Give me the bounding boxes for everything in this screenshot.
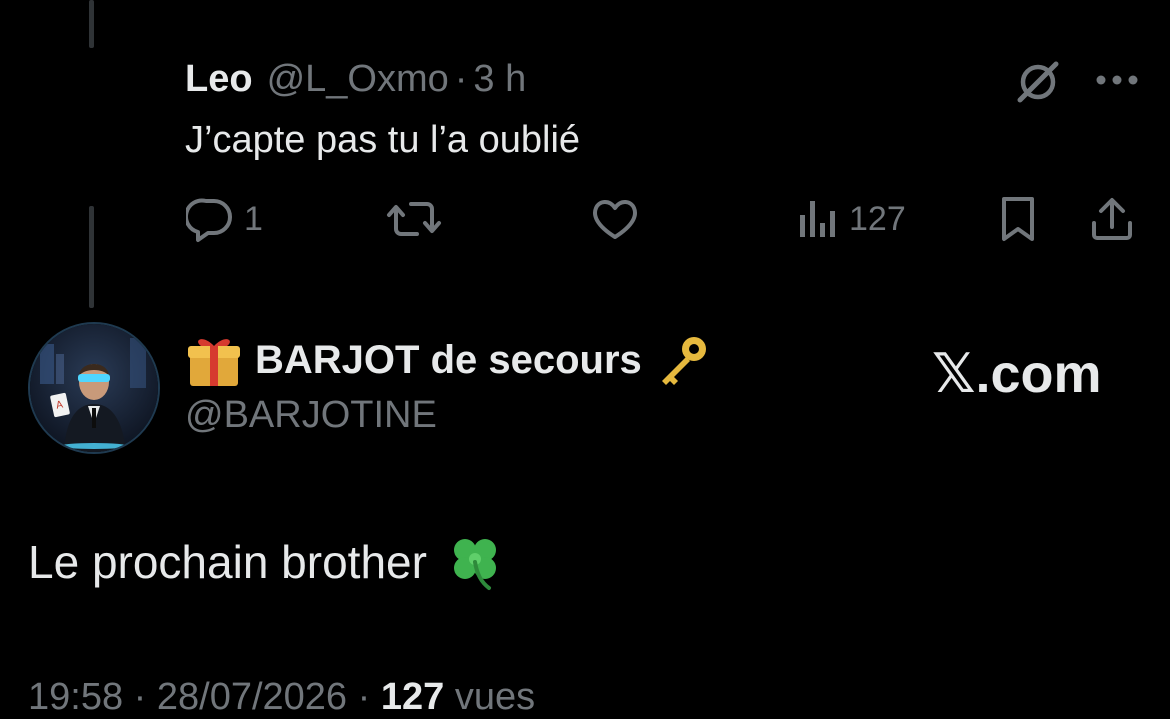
- x-com-watermark: 𝕏.com: [932, 344, 1102, 404]
- heart-icon: [593, 200, 637, 239]
- reply-tweet[interactable]: Leo @L_Oxmo · 3 h J’capte pas tu l’a oub…: [0, 0, 1170, 300]
- author-row: BARJOT de secours: [185, 332, 712, 388]
- author-name[interactable]: BARJOT de secours: [255, 338, 642, 383]
- reply-header: Leo @L_Oxmo · 3 h: [185, 58, 526, 106]
- tweet-text: Le prochain brother: [28, 532, 505, 592]
- avatar[interactable]: A: [28, 322, 160, 454]
- avatar-image: A: [30, 324, 158, 452]
- gift-emoji-icon: [188, 339, 240, 386]
- reply-timestamp[interactable]: 3 h: [473, 58, 526, 101]
- more-options-icon[interactable]: [1094, 66, 1140, 94]
- retweet-action-button[interactable]: [386, 194, 452, 244]
- reply-author-handle[interactable]: @L_Oxmo: [267, 58, 449, 101]
- four-leaf-clover-emoji-icon: [453, 539, 496, 590]
- share-icon: [1092, 198, 1132, 240]
- views-action-button[interactable]: 127: [797, 194, 906, 244]
- bookmark-icon: [1002, 197, 1034, 241]
- reply-separator: ·: [454, 58, 468, 100]
- views-count: 127: [849, 199, 906, 238]
- tweet-text-content: Le prochain brother: [28, 536, 427, 588]
- reply-text: J’capte pas tu l’a oublié: [185, 119, 581, 161]
- grok-icon[interactable]: [1014, 58, 1062, 106]
- comment-icon: [186, 198, 232, 242]
- reply-count: 1: [244, 199, 263, 238]
- reply-action-button[interactable]: 1: [186, 194, 263, 244]
- key-emoji-icon: [661, 337, 706, 385]
- retweet-icon: [387, 202, 441, 236]
- tweet-meta: 19:58 · 28/07/2026 · 127 vues: [28, 676, 535, 719]
- like-action-button[interactable]: [590, 194, 650, 244]
- share-action-button[interactable]: [1088, 194, 1136, 244]
- main-tweet: A BARJOT de secours @BARJOTINE 𝕏.com Le …: [0, 310, 1170, 718]
- author-handle[interactable]: @BARJOTINE: [185, 394, 437, 437]
- bookmark-action-button[interactable]: [996, 194, 1040, 244]
- analytics-icon: [800, 201, 835, 237]
- reply-author-name[interactable]: Leo: [185, 58, 253, 101]
